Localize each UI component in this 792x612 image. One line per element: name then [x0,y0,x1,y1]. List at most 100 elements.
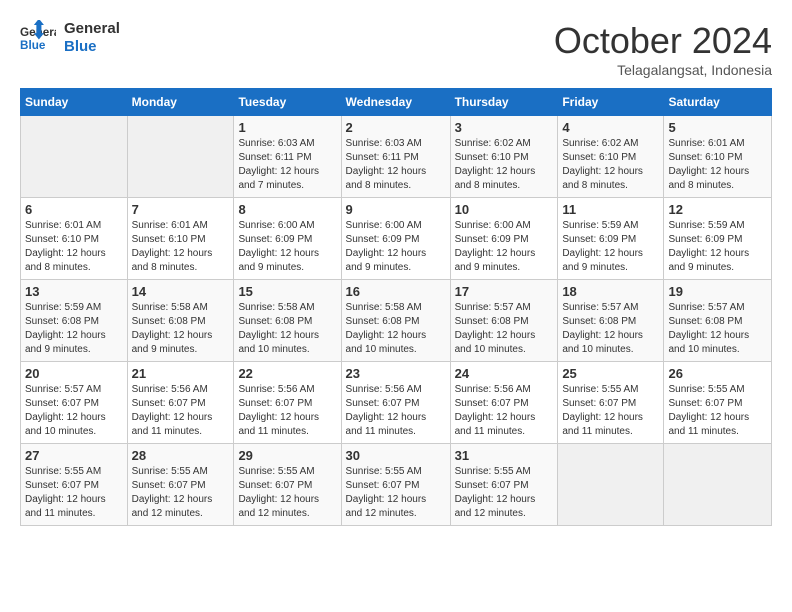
month-title: October 2024 [554,20,772,62]
calendar-cell: 14 Sunrise: 5:58 AM Sunset: 6:08 PM Dayli… [127,280,234,362]
day-info: Sunrise: 5:56 AM Sunset: 6:07 PM Dayligh… [346,383,446,439]
calendar-cell [558,444,664,526]
day-number: 14 [132,284,230,299]
calendar-cell: 28Sunrise: 5:55 AM Sunset: 6:07 PM Dayli… [127,444,234,526]
day-info: Sunrise: 5:59 AM Sunset: 6:08 PM Dayligh… [25,301,123,357]
day-info: Sunrise: 5:56 AM Sunset: 6:07 PM Dayligh… [238,383,336,439]
header-sunday: Sunday [21,89,128,116]
calendar-cell: 29 Sunrise: 5:55 AM Sunset: 6:07 PM Dayli… [234,444,341,526]
calendar-cell: 27Sunrise: 5:55 AM Sunset: 6:07 PM Dayli… [21,444,128,526]
day-number: 22 [238,366,336,381]
day-info: Sunrise: 5:55 AM Sunset: 6:07 PM Dayligh… [238,465,336,521]
calendar-week-5: 27 Sunrise: 5:55 AM Sunset: 6:07 PM Dayli… [21,444,772,526]
header-tuesday: Tuesday [234,89,341,116]
logo: General Blue General Blue [20,20,120,56]
calendar-week-2: 6 Sunrise: 6:01 AM Sunset: 6:10 PM Daylig… [21,198,772,280]
day-number: 20 [25,366,123,381]
calendar-header-row: SundayMondayTuesdayWednesdayThursdayFrid… [21,89,772,116]
day-info: Sunrise: 6:01 AM Sunset: 6:10 PM Dayligh… [25,219,123,275]
day-number: 12 [668,202,767,217]
calendar-cell: 1 Sunrise: 6:03 AM Sunset: 6:11 PM Daylig… [234,116,341,198]
day-info: Sunrise: 5:55 AM Sunset: 6:07 PM Dayligh… [132,465,230,521]
calendar-cell: 7 Sunrise: 6:01 AM Sunset: 6:10 PM Daylig… [127,198,234,280]
day-number: 11 [562,202,659,217]
day-number: 27 [25,448,123,463]
calendar-cell: 19 Sunrise: 5:57 AM Sunset: 6:08 PM Dayli… [664,280,772,362]
location-subtitle: Telagalangsat, Indonesia [554,62,772,78]
day-number: 21 [132,366,230,381]
day-number: 8 [238,202,336,217]
day-number: 17 [455,284,554,299]
svg-text:Blue: Blue [20,39,46,52]
calendar-cell: 31Sunrise: 5:55 AM Sunset: 6:07 PM Dayli… [450,444,558,526]
calendar-cell: 13Sunrise: 5:59 AM Sunset: 6:08 PM Dayli… [21,280,128,362]
header-friday: Friday [558,89,664,116]
calendar-cell [664,444,772,526]
calendar-cell: 21 Sunrise: 5:56 AM Sunset: 6:07 PM Dayli… [127,362,234,444]
day-info: Sunrise: 5:58 AM Sunset: 6:08 PM Dayligh… [238,301,336,357]
day-info: Sunrise: 6:02 AM Sunset: 6:10 PM Dayligh… [562,137,659,193]
day-info: Sunrise: 5:59 AM Sunset: 6:09 PM Dayligh… [668,219,767,275]
logo-icon: General Blue [20,20,56,56]
day-number: 7 [132,202,230,217]
calendar-cell: 15Sunrise: 5:58 AM Sunset: 6:08 PM Dayli… [234,280,341,362]
header-saturday: Saturday [664,89,772,116]
day-info: Sunrise: 5:58 AM Sunset: 6:08 PM Dayligh… [132,301,230,357]
calendar-cell: 2Sunrise: 6:03 AM Sunset: 6:11 PM Daylig… [341,116,450,198]
calendar-cell: 9 Sunrise: 6:00 AM Sunset: 6:09 PM Daylig… [341,198,450,280]
calendar-cell: 8 Sunrise: 6:00 AM Sunset: 6:09 PM Daylig… [234,198,341,280]
day-number: 18 [562,284,659,299]
day-info: Sunrise: 5:55 AM Sunset: 6:07 PM Dayligh… [455,465,554,521]
calendar-cell [21,116,128,198]
day-info: Sunrise: 5:56 AM Sunset: 6:07 PM Dayligh… [132,383,230,439]
day-number: 25 [562,366,659,381]
calendar-cell: 20 Sunrise: 5:57 AM Sunset: 6:07 PM Dayli… [21,362,128,444]
day-info: Sunrise: 6:00 AM Sunset: 6:09 PM Dayligh… [455,219,554,275]
logo-blue: Blue [64,38,120,56]
logo-general: General [64,20,120,38]
day-number: 16 [346,284,446,299]
day-number: 19 [668,284,767,299]
day-info: Sunrise: 6:01 AM Sunset: 6:10 PM Dayligh… [668,137,767,193]
day-info: Sunrise: 5:59 AM Sunset: 6:09 PM Dayligh… [562,219,659,275]
calendar-week-4: 20 Sunrise: 5:57 AM Sunset: 6:07 PM Dayli… [21,362,772,444]
day-info: Sunrise: 5:57 AM Sunset: 6:08 PM Dayligh… [455,301,554,357]
day-info: Sunrise: 5:58 AM Sunset: 6:08 PM Dayligh… [346,301,446,357]
day-info: Sunrise: 5:57 AM Sunset: 6:07 PM Dayligh… [25,383,123,439]
calendar-cell [127,116,234,198]
day-info: Sunrise: 6:01 AM Sunset: 6:10 PM Dayligh… [132,219,230,275]
day-number: 26 [668,366,767,381]
calendar-cell: 6 Sunrise: 6:01 AM Sunset: 6:10 PM Daylig… [21,198,128,280]
calendar-week-1: 1 Sunrise: 6:03 AM Sunset: 6:11 PM Daylig… [21,116,772,198]
day-info: Sunrise: 6:03 AM Sunset: 6:11 PM Dayligh… [238,137,336,193]
calendar-cell: 24Sunrise: 5:56 AM Sunset: 6:07 PM Dayli… [450,362,558,444]
day-info: Sunrise: 6:02 AM Sunset: 6:10 PM Dayligh… [455,137,554,193]
calendar-table: SundayMondayTuesdayWednesdayThursdayFrid… [20,88,772,526]
day-number: 30 [346,448,446,463]
calendar-cell: 23 Sunrise: 5:56 AM Sunset: 6:07 PM Dayli… [341,362,450,444]
header-thursday: Thursday [450,89,558,116]
calendar-cell: 18 Sunrise: 5:57 AM Sunset: 6:08 PM Dayli… [558,280,664,362]
day-number: 4 [562,120,659,135]
day-number: 2 [346,120,446,135]
calendar-cell: 12 Sunrise: 5:59 AM Sunset: 6:09 PM Dayli… [664,198,772,280]
day-info: Sunrise: 5:56 AM Sunset: 6:07 PM Dayligh… [455,383,554,439]
day-info: Sunrise: 5:57 AM Sunset: 6:08 PM Dayligh… [668,301,767,357]
calendar-cell: 30Sunrise: 5:55 AM Sunset: 6:07 PM Dayli… [341,444,450,526]
day-number: 23 [346,366,446,381]
day-info: Sunrise: 5:55 AM Sunset: 6:07 PM Dayligh… [668,383,767,439]
calendar-cell: 16 Sunrise: 5:58 AM Sunset: 6:08 PM Dayli… [341,280,450,362]
day-number: 6 [25,202,123,217]
calendar-cell: 10Sunrise: 6:00 AM Sunset: 6:09 PM Dayli… [450,198,558,280]
day-number: 5 [668,120,767,135]
calendar-cell: 22 Sunrise: 5:56 AM Sunset: 6:07 PM Dayli… [234,362,341,444]
calendar-cell: 11 Sunrise: 5:59 AM Sunset: 6:09 PM Dayli… [558,198,664,280]
calendar-cell: 4 Sunrise: 6:02 AM Sunset: 6:10 PM Daylig… [558,116,664,198]
day-number: 9 [346,202,446,217]
day-number: 29 [238,448,336,463]
day-info: Sunrise: 6:00 AM Sunset: 6:09 PM Dayligh… [346,219,446,275]
day-number: 1 [238,120,336,135]
day-info: Sunrise: 5:57 AM Sunset: 6:08 PM Dayligh… [562,301,659,357]
title-section: October 2024 Telagalangsat, Indonesia [554,20,772,78]
day-info: Sunrise: 6:00 AM Sunset: 6:09 PM Dayligh… [238,219,336,275]
